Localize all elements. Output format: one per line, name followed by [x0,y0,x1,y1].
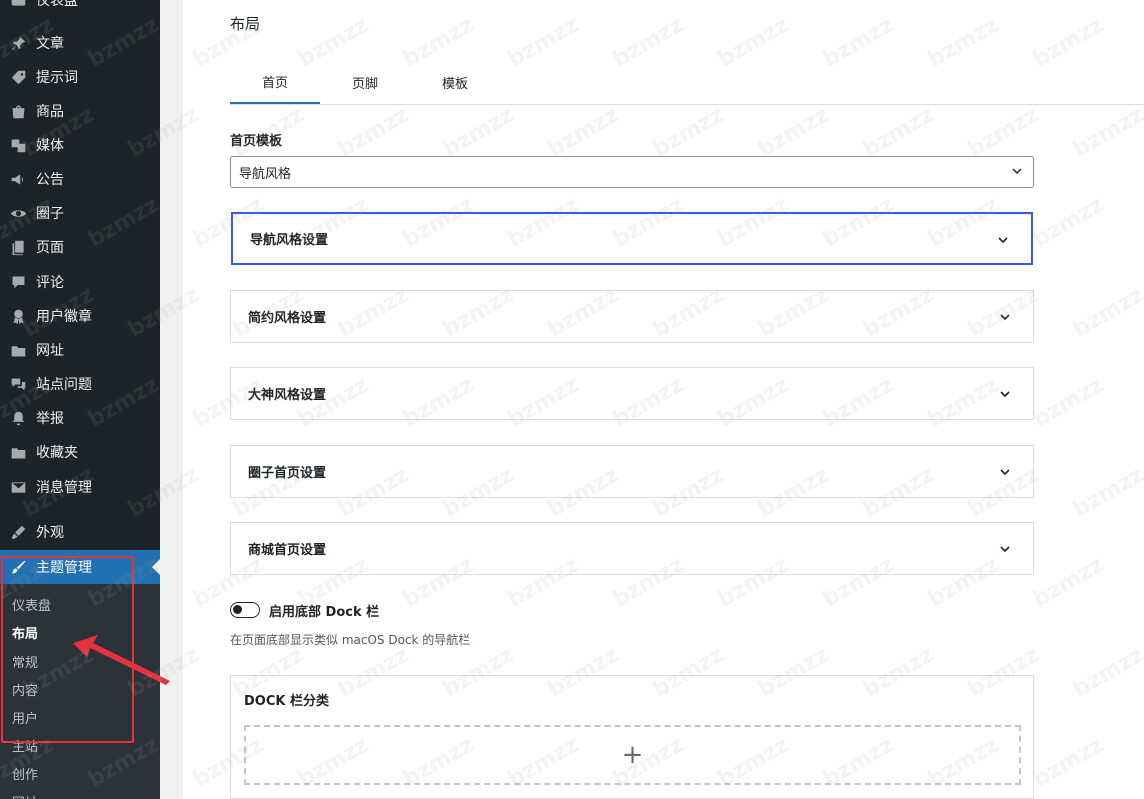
tag-icon [9,68,27,86]
home-template-select[interactable]: 导航风格 [230,156,1034,188]
award-icon [9,307,27,325]
panel-title: 导航风格设置 [250,233,329,248]
dashboard-icon [9,0,27,9]
admin-sidebar: 仪表盘 文章 提示词 商品 媒体 公告 圈子 页面 评论 用户徽章 网址 站点问… [0,0,160,799]
sidebar-item-prompts[interactable]: 提示词 [0,60,160,94]
home-template-label: 首页模板 [230,134,283,149]
appearance-icon [9,523,27,541]
dock-add-button[interactable]: + [244,725,1021,785]
main-content: 布局 首页 页脚 模板 首页模板 导航风格 导航风格设置 简约风格设置 大神风格… [183,0,1144,799]
chevron-down-icon [998,237,1008,244]
sidebar-item-label: 站点问题 [36,377,92,393]
sidebar-item-circles[interactable]: 圈子 [0,196,160,230]
sidebar-item-label: 消息管理 [36,480,92,496]
panel-title: 商城首页设置 [248,543,327,558]
dock-category-title: DOCK 栏分类 [244,694,329,709]
chevron-down-icon [1012,168,1022,175]
page-title: 布局 [230,15,261,33]
chevron-down-icon [1000,469,1010,476]
panel-simple-style-settings[interactable]: 简约风格设置 [230,290,1034,343]
panel-nav-style-settings[interactable]: 导航风格设置 [231,212,1033,265]
email-icon [9,478,27,496]
sidebar-item-label: 评论 [36,275,64,291]
brush-icon [9,558,27,576]
sidebar-item-label: 提示词 [36,70,78,86]
active-indicator [152,559,160,575]
dock-toggle-switch[interactable] [230,602,260,618]
submenu-item-general[interactable]: 常规 [12,652,38,671]
sidebar-item-label: 公告 [36,172,64,188]
home-template-value: 导航风格 [239,166,292,182]
sidebar-item-comments[interactable]: 评论 [0,265,160,299]
sidebar-item-label: 举报 [36,411,64,427]
sidebar-item-urls[interactable]: 网址 [0,333,160,367]
dock-toggle-row: 启用底部 Dock 栏 [230,600,379,620]
sidebar-item-messages[interactable]: 消息管理 [0,470,160,504]
folder-icon [9,341,27,359]
megaphone-icon [9,170,27,188]
sidebar-item-label: 网址 [36,343,64,359]
sidebar-item-site-questions[interactable]: 站点问题 [0,367,160,401]
panel-shop-home-settings[interactable]: 商城首页设置 [230,522,1034,575]
sidebar-item-label: 主题管理 [36,560,92,576]
sidebar-item-label: 仪表盘 [36,0,78,9]
bell-icon [9,409,27,427]
sidebar-item-label: 页面 [36,240,64,256]
submenu-item-users[interactable]: 用户 [12,708,38,727]
panel-master-style-settings[interactable]: 大神风格设置 [230,367,1034,420]
folder-icon [9,443,27,461]
submenu-item-content[interactable]: 内容 [12,680,38,699]
plus-icon: + [621,740,644,770]
media-icon [9,136,27,154]
sidebar-item-label: 收藏夹 [36,445,78,461]
panel-title: 简约风格设置 [248,311,327,326]
chevron-down-icon [1000,546,1010,553]
panel-title: 圈子首页设置 [248,466,327,481]
sidebar-item-reports[interactable]: 举报 [0,401,160,435]
dock-help-text: 在页面底部显示类似 macOS Dock 的导航栏 [230,633,471,647]
submenu-item-urls[interactable]: 网址 [12,792,38,799]
theme-submenu: 仪表盘 布局 常规 内容 用户 主站 创作 网址 [0,584,160,799]
submenu-item-creation[interactable]: 创作 [12,764,38,783]
sidebar-item-label: 媒体 [36,138,64,154]
comment-icon [9,273,27,291]
dock-toggle-label: 启用底部 Dock 栏 [269,604,380,620]
sidebar-item-appearance[interactable]: 外观 [0,515,160,549]
pushpin-icon [9,34,27,52]
tab-bar: 首页 页脚 模板 [230,60,1144,105]
tab-template[interactable]: 模板 [410,60,500,104]
toggle-knob [233,605,242,614]
sidebar-item-label: 外观 [36,525,64,541]
sidebar-item-label: 文章 [36,36,64,52]
sidebar-item-favorites[interactable]: 收藏夹 [0,435,160,469]
submenu-item-layout[interactable]: 布局 [12,623,38,642]
tab-home[interactable]: 首页 [230,60,320,104]
submenu-item-dashboard[interactable]: 仪表盘 [12,595,51,614]
shop-icon [9,102,27,120]
forum-icon [9,375,27,393]
sidebar-item-announcements[interactable]: 公告 [0,162,160,196]
sidebar-item-posts[interactable]: 文章 [0,26,160,60]
sidebar-item-label: 商品 [36,104,64,120]
submenu-item-main-site[interactable]: 主站 [12,736,38,755]
tab-footer[interactable]: 页脚 [320,60,410,104]
sidebar-item-media[interactable]: 媒体 [0,128,160,162]
chevron-down-icon [1000,391,1010,398]
sidebar-item-label: 圈子 [36,206,64,222]
visibility-icon [9,204,27,222]
sidebar-item-products[interactable]: 商品 [0,94,160,128]
panel-circle-home-settings[interactable]: 圈子首页设置 [230,445,1034,498]
sidebar-item-dashboard[interactable]: 仪表盘 [0,0,160,17]
sidebar-item-badges[interactable]: 用户徽章 [0,299,160,333]
sidebar-item-pages[interactable]: 页面 [0,230,160,264]
sidebar-item-theme-management[interactable]: 主题管理 [0,550,160,584]
sidebar-item-label: 用户徽章 [36,309,92,325]
panel-title: 大神风格设置 [248,388,327,403]
chevron-down-icon [1000,314,1010,321]
page-icon [9,238,27,256]
dock-category-panel: DOCK 栏分类 + [230,675,1034,799]
